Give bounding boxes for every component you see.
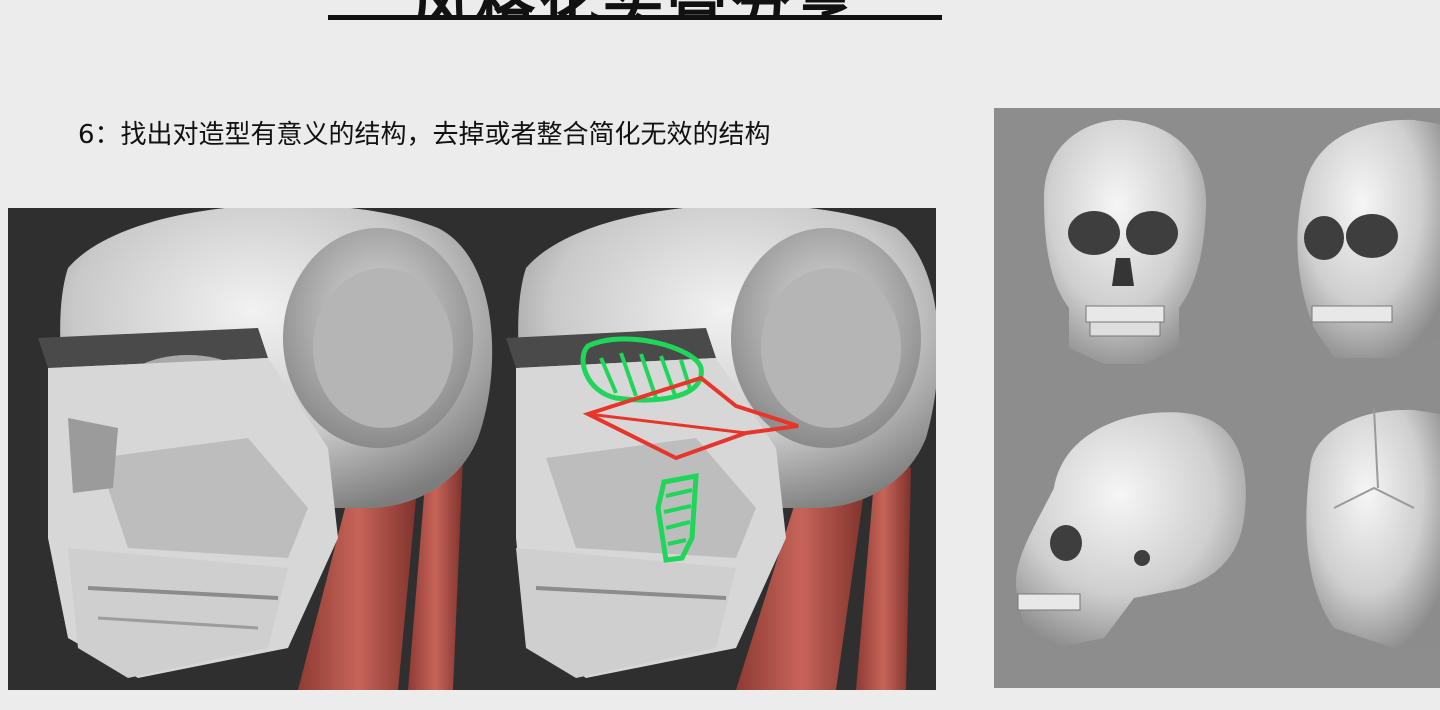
jaw-plane xyxy=(516,548,736,678)
skull-back-view xyxy=(1306,407,1440,648)
realistic-skull-reference-views xyxy=(994,108,1440,688)
title-underline xyxy=(328,15,942,20)
stylized-skull-annotated xyxy=(506,208,936,690)
skull-illustration-annotated xyxy=(506,208,936,690)
jaw-plane xyxy=(68,548,288,678)
skull-illustration xyxy=(38,208,493,690)
reference-skulls xyxy=(1015,119,1440,648)
temporal-inner xyxy=(313,268,453,428)
skull-three-quarter-view xyxy=(1297,119,1440,358)
nose-plane xyxy=(68,418,118,493)
skull-front-view xyxy=(1044,119,1207,364)
slide: 风格化头骨分享 6：找出对造型有意义的结构，去掉或者整合简化无效的结构 xyxy=(0,0,1440,710)
skull-side-view xyxy=(1015,412,1246,648)
stylized-skull-render xyxy=(8,208,506,690)
step-text: 6：找出对造型有意义的结构，去掉或者整合简化无效的结构 xyxy=(78,120,771,150)
temporal-inner xyxy=(761,268,901,428)
